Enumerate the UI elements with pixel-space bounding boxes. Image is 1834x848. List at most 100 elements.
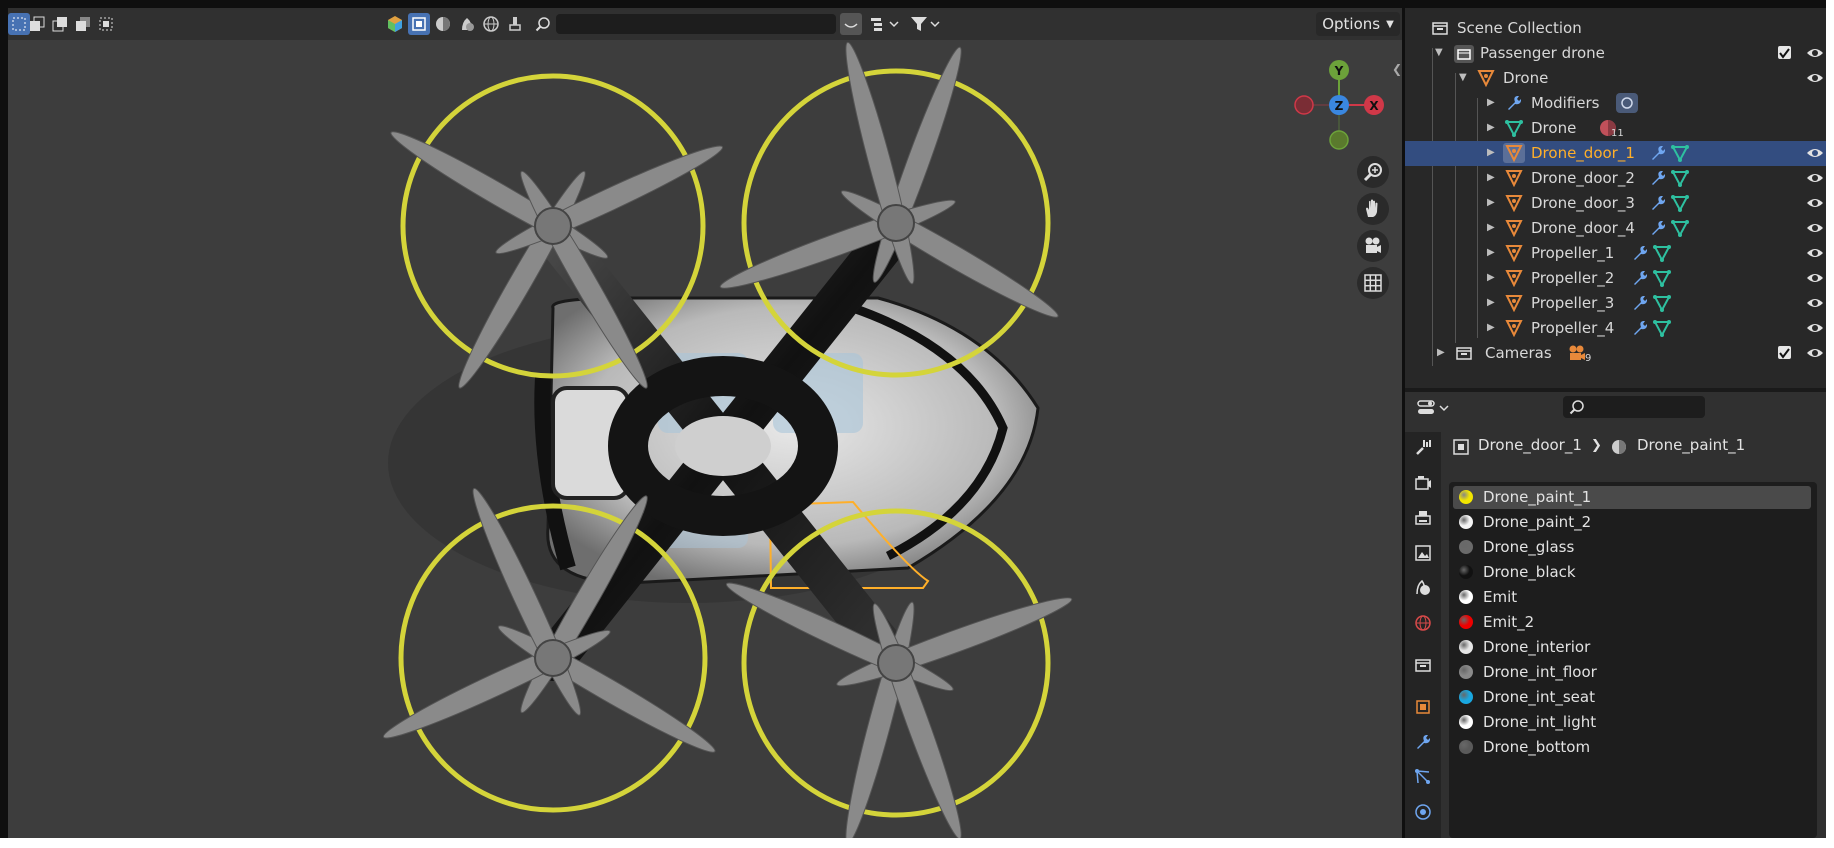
scene-tab-icon[interactable] [1412,577,1434,599]
expand-arrow-icon[interactable]: ▼ [1459,72,1467,83]
render-tab-icon[interactable] [1412,472,1434,494]
outliner-label: Scene Collection [1457,19,1582,37]
camera-count-badge: 9 [1585,353,1592,364]
eye-icon[interactable] [1806,346,1824,360]
material-slot-label: Drone_glass [1483,538,1575,556]
display-mode-dropdown[interactable] [868,13,902,35]
material-slot[interactable]: Emit [1453,586,1811,609]
paint-icon[interactable] [504,13,526,35]
eye-icon[interactable] [1806,271,1824,285]
material-slot[interactable]: Drone_interior [1453,636,1811,659]
filter-toggle-icon[interactable] [840,13,862,35]
material-slot[interactable]: Drone_int_floor [1453,661,1811,684]
expand-arrow-icon[interactable]: ▼ [1435,47,1443,58]
exclude-checkbox[interactable] [1778,346,1791,359]
expand-arrow-icon[interactable]: ▶ [1487,247,1495,258]
scene-collection-icon [1432,22,1448,35]
collection-tab-icon[interactable] [1412,654,1434,676]
expand-arrow-icon[interactable]: ▶ [1487,172,1495,183]
expand-arrow-icon[interactable]: ▶ [1487,147,1495,158]
world-tab-icon[interactable] [1412,612,1434,634]
eye-icon[interactable] [1806,46,1824,60]
properties-search-input[interactable] [1563,396,1705,418]
object-breadcrumb-icon [1453,439,1469,455]
camera-icon[interactable] [1357,230,1389,262]
eye-icon[interactable] [1806,171,1824,185]
grid-icon[interactable] [1357,267,1389,299]
expand-arrow-icon[interactable]: ▶ [1437,347,1445,358]
material-slot[interactable]: Drone_glass [1453,536,1811,559]
expand-arrow-icon[interactable]: ▶ [1487,322,1495,333]
search-input[interactable] [556,14,836,34]
filter-dropdown[interactable] [908,13,942,35]
3d-viewport[interactable]: Options ▼ Y X Z ❮ [8,8,1402,838]
material-preview-icon [1459,515,1473,529]
world-icon[interactable] [480,13,502,35]
outliner-row-propeller-3[interactable]: ▶ Propeller_3 [1405,291,1826,316]
outliner-row-drone-mesh[interactable]: ▶ Drone 11 [1405,116,1826,141]
tool-tab-icon[interactable] [1412,436,1434,458]
particles-tab-icon[interactable] [1412,766,1434,788]
expand-arrow-icon[interactable]: ▶ [1487,222,1495,233]
eye-icon[interactable] [1806,71,1824,85]
material-shading-icon[interactable] [432,13,454,35]
eye-icon[interactable] [1806,321,1824,335]
rendered-shading-icon[interactable] [456,13,478,35]
physics-tab-icon[interactable] [1412,801,1434,823]
material-slot[interactable]: Drone_bottom [1453,736,1811,759]
select-intersect-icon[interactable] [95,13,117,35]
outliner-label: Drone [1531,119,1577,137]
material-slot[interactable]: Drone_paint_1 [1453,486,1811,509]
eye-icon[interactable] [1806,196,1824,210]
outliner-row-drone-door-3[interactable]: ▶ Drone_door_3 [1405,191,1826,216]
eye-icon[interactable] [1806,246,1824,260]
outliner-row-drone-door-2[interactable]: ▶ Drone_door_2 [1405,166,1826,191]
expand-arrow-icon[interactable]: ▶ [1487,197,1495,208]
output-tab-icon[interactable] [1412,507,1434,529]
collection-icon [1456,347,1472,360]
outliner-row-propeller-1[interactable]: ▶ Propeller_1 [1405,241,1826,266]
outliner-row-passenger-drone[interactable]: ▼ Passenger drone [1405,41,1826,66]
expand-arrow-icon[interactable]: ▶ [1487,272,1495,283]
outliner-row-scene-collection[interactable]: Scene Collection [1405,16,1826,41]
material-slot[interactable]: Drone_paint_2 [1453,511,1811,534]
expand-arrow-icon[interactable]: ▶ [1487,297,1495,308]
outliner-row-drone-door-1[interactable]: ▶ Drone_door_1 [1405,141,1826,166]
object-tab-icon[interactable] [1412,696,1434,718]
material-slot[interactable]: Drone_int_seat [1453,686,1811,709]
hand-pan-icon[interactable] [1357,193,1389,225]
material-slot[interactable]: Emit_2 [1453,611,1811,634]
material-slot-label: Drone_black [1483,563,1576,581]
outliner-row-drone-object[interactable]: ▼ Drone [1405,66,1826,91]
chevron-left-icon[interactable]: ❮ [1392,62,1402,78]
solid-shading-icon[interactable] [408,13,430,35]
editor-type-dropdown[interactable] [1417,398,1453,418]
navigation-gizmo[interactable]: Y X Z [1284,50,1394,160]
eye-icon[interactable] [1806,221,1824,235]
select-invert-icon[interactable] [72,13,94,35]
eye-icon[interactable] [1806,296,1824,310]
eye-icon[interactable] [1806,146,1824,160]
outliner-row-propeller-2[interactable]: ▶ Propeller_2 [1405,266,1826,291]
material-preview-icon [1459,740,1473,754]
material-slot[interactable]: Drone_int_light [1453,711,1811,734]
select-extend-icon[interactable] [26,13,48,35]
view-layer-tab-icon[interactable] [1412,542,1434,564]
options-dropdown[interactable]: Options ▼ [1316,12,1400,36]
material-slot[interactable]: Drone_black [1453,561,1811,584]
zoom-icon[interactable] [1357,156,1389,188]
material-slot-list[interactable]: Drone_paint_1 Drone_paint_2 Drone_glass … [1449,482,1817,838]
select-subtract-icon[interactable] [49,13,71,35]
expand-arrow-icon[interactable]: ▶ [1487,97,1495,108]
drone-model[interactable] [8,8,1402,838]
exclude-checkbox[interactable] [1778,46,1791,59]
outliner-row-drone-door-4[interactable]: ▶ Drone_door_4 [1405,216,1826,241]
outliner-row-propeller-4[interactable]: ▶ Propeller_4 [1405,316,1826,341]
wrench-icon [1634,296,1647,310]
mesh-data-icon [1653,270,1671,287]
expand-arrow-icon[interactable]: ▶ [1487,122,1495,133]
modifier-tab-icon[interactable] [1412,731,1434,753]
object-color-icon[interactable] [384,13,406,35]
outliner-row-modifiers[interactable]: ▶ Modifiers [1405,91,1826,116]
outliner-row-cameras[interactable]: ▶ Cameras 9 [1405,341,1826,366]
